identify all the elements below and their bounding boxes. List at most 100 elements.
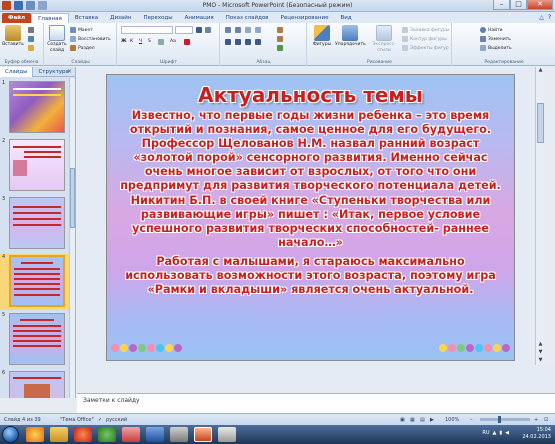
select-button[interactable]: Выделить	[480, 45, 512, 51]
align-text-icon[interactable]	[277, 36, 283, 42]
shape-outline-button[interactable]: Контур фигуры	[402, 36, 447, 42]
thumbnail-item[interactable]: 6	[0, 370, 70, 398]
scroll-thumb[interactable]	[537, 103, 544, 143]
shadow-button[interactable]: S	[148, 39, 151, 44]
next-slide-icon[interactable]: ▼	[536, 349, 545, 357]
shape-fill-button[interactable]: Заливка фигуры	[402, 27, 449, 33]
slide-scrollbar[interactable]: ▲ ▲ ▼ ▼	[535, 67, 544, 365]
powerpoint-taskbar-icon[interactable]	[194, 427, 212, 442]
grow-font-icon[interactable]	[196, 27, 202, 33]
maximize-button[interactable]: □	[510, 0, 527, 10]
zoom-level[interactable]: 100%	[445, 417, 459, 423]
shapes-button[interactable]: Фигуры	[311, 25, 333, 48]
thumbnail-item[interactable]: 2	[0, 138, 70, 194]
tab-file[interactable]: Файл	[2, 13, 32, 23]
font-size-input[interactable]	[175, 26, 193, 34]
tab-home[interactable]: Главная	[31, 13, 69, 23]
align-center-icon[interactable]	[235, 39, 241, 45]
start-button[interactable]	[2, 426, 19, 443]
network-icon[interactable]: ▮	[499, 430, 502, 436]
paint-icon[interactable]	[218, 427, 236, 442]
zoom-slider[interactable]	[480, 416, 530, 423]
shape-effects-button[interactable]: Эффекты фигур	[402, 45, 449, 51]
copy-icon[interactable]	[28, 36, 34, 42]
text-direction-icon[interactable]	[277, 27, 283, 33]
underline-button[interactable]: Ч	[139, 39, 142, 44]
tray-arrow-icon[interactable]: ▲	[493, 430, 497, 436]
justify-icon[interactable]	[255, 39, 261, 45]
minimize-ribbon-icon[interactable]: △	[539, 13, 544, 23]
bullets-icon[interactable]	[225, 27, 231, 33]
explorer-icon[interactable]	[26, 427, 44, 442]
find-button[interactable]: Найти	[480, 27, 503, 33]
reading-view-icon[interactable]: ▤	[420, 417, 425, 423]
tab-slides[interactable]: Слайды	[0, 66, 34, 77]
replace-button[interactable]: Заменить	[480, 36, 511, 42]
media-player-icon[interactable]	[74, 427, 92, 442]
close-panel-icon[interactable]: ×	[67, 68, 72, 75]
cut-icon[interactable]	[28, 27, 34, 33]
thumbnail-item[interactable]: 5	[0, 312, 70, 368]
tab-design[interactable]: Дизайн	[104, 13, 137, 23]
clock[interactable]: 15:04 24.02.2013	[522, 427, 551, 441]
slide-body-paragraph-1[interactable]: Известно, что первые годы жизни ребенка …	[107, 107, 514, 250]
notes-pane[interactable]: Заметки к слайду	[77, 393, 555, 413]
bold-button[interactable]: Ж	[121, 39, 127, 44]
format-painter-icon[interactable]	[28, 45, 34, 51]
font-name-input[interactable]	[121, 26, 173, 34]
spellcheck-icon[interactable]: ✓	[98, 417, 102, 423]
prev-slide-icon[interactable]: ▲	[536, 341, 545, 349]
tab-review[interactable]: Рецензирование	[275, 13, 335, 23]
tab-transitions[interactable]: Переходы	[137, 13, 178, 23]
slide-canvas[interactable]: Актуальность темы Известно, что первые г…	[106, 74, 515, 361]
decrease-indent-icon[interactable]	[245, 27, 251, 33]
notes-splitter[interactable]	[77, 365, 555, 393]
scroll-up-icon[interactable]: ▲	[536, 67, 545, 75]
smartart-icon[interactable]	[277, 45, 283, 51]
slideshow-view-icon[interactable]: ▶	[430, 417, 434, 423]
increase-indent-icon[interactable]	[255, 27, 261, 33]
section-button[interactable]: Раздел	[70, 45, 95, 51]
tab-slideshow[interactable]: Показ слайдов	[220, 13, 275, 23]
shrink-font-icon[interactable]	[205, 27, 211, 33]
tab-view[interactable]: Вид	[334, 13, 357, 23]
thumbnail-item[interactable]: 3	[0, 196, 70, 252]
folder-icon[interactable]	[50, 427, 68, 442]
keyboard-language[interactable]: RU	[482, 430, 489, 436]
close-button[interactable]: ✕	[527, 0, 553, 10]
arrange-button[interactable]: Упорядочить	[335, 25, 366, 48]
fit-slide-icon[interactable]: ⊡	[544, 417, 548, 423]
torrent-icon[interactable]	[98, 427, 116, 442]
thumbnail-scrollbar[interactable]	[69, 78, 75, 398]
align-right-icon[interactable]	[245, 39, 251, 45]
slide-body-paragraph-2[interactable]: Работая с малышами, я стараюсь максималь…	[107, 250, 514, 297]
scroll-down-icon[interactable]: ▼	[536, 357, 545, 365]
browser-icon[interactable]	[122, 427, 140, 442]
layout-button[interactable]: Макет	[70, 27, 93, 33]
numbering-icon[interactable]	[235, 27, 241, 33]
tab-insert[interactable]: Вставка	[69, 13, 104, 23]
align-left-icon[interactable]	[225, 39, 231, 45]
thumbnail-item-selected[interactable]: 4	[0, 254, 70, 310]
slide-title[interactable]: Актуальность темы	[107, 83, 514, 107]
case-icon[interactable]: Aa	[170, 39, 176, 44]
spacing-icon[interactable]	[158, 39, 164, 45]
quick-styles-button[interactable]: Экспресс-стили	[368, 25, 400, 54]
tab-animations[interactable]: Анимация	[179, 13, 220, 23]
zoom-out-icon[interactable]: –	[470, 417, 473, 423]
app-icon[interactable]	[170, 427, 188, 442]
paste-button[interactable]: Вставить	[2, 25, 24, 48]
zoom-in-icon[interactable]: +	[534, 417, 538, 423]
font-color-icon[interactable]	[184, 39, 190, 45]
new-slide-button[interactable]: Создать слайд	[47, 25, 67, 54]
italic-button[interactable]: К	[130, 39, 133, 44]
help-icon[interactable]: ?	[548, 13, 551, 23]
word-icon[interactable]	[146, 427, 164, 442]
normal-view-icon[interactable]: ▣	[400, 417, 405, 423]
volume-icon[interactable]: ◀	[505, 430, 509, 436]
language-indicator[interactable]: русский	[106, 417, 127, 423]
thumbnail-item[interactable]: 1	[0, 80, 70, 136]
minimize-button[interactable]: –	[493, 0, 510, 10]
sorter-view-icon[interactable]: ▦	[410, 417, 415, 423]
reset-button[interactable]: Восстановить	[70, 36, 111, 42]
